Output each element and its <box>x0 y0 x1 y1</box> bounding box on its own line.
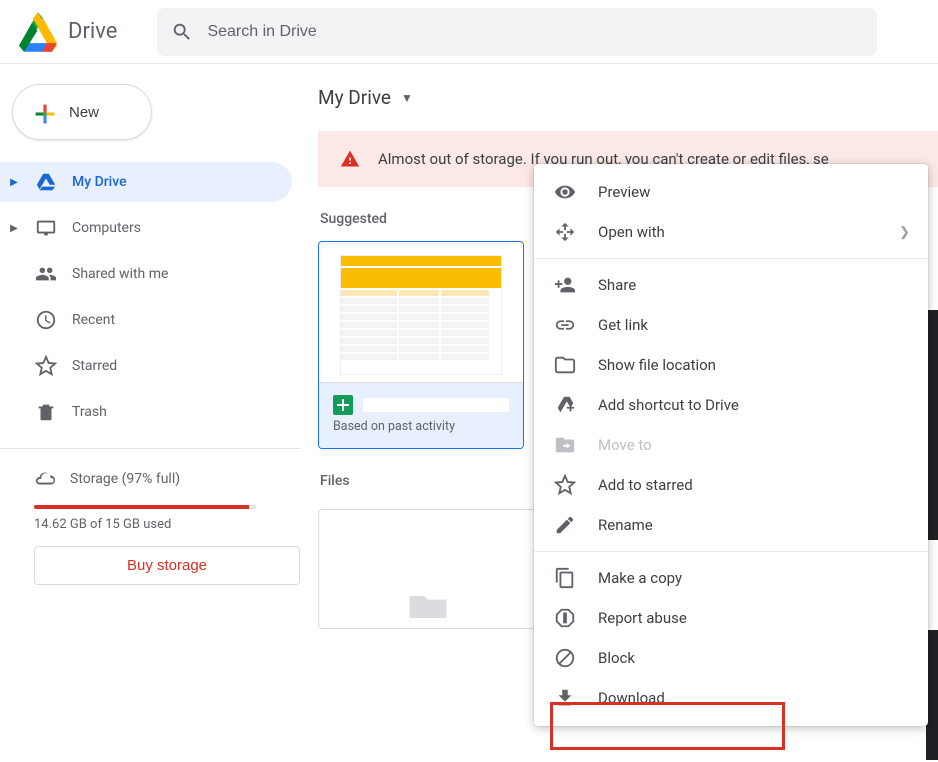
sidebar-item-my-drive[interactable]: ▶ My Drive <box>0 162 292 202</box>
suggested-file-card[interactable]: Based on past activity <box>318 241 524 449</box>
menu-item-report-abuse[interactable]: Report abuse <box>534 598 928 638</box>
sidebar-item-label: My Drive <box>72 174 127 190</box>
sidebar-item-label: Trash <box>72 404 107 420</box>
card-subtext: Based on past activity <box>333 419 509 434</box>
breadcrumb-label: My Drive <box>318 86 391 109</box>
file-name-redacted <box>363 398 509 412</box>
logo-area[interactable]: Drive <box>16 12 117 52</box>
app-header: Drive <box>0 0 938 64</box>
sheets-icon <box>333 395 353 415</box>
sidebar-item-starred[interactable]: ▶ Starred <box>0 346 292 386</box>
search-input[interactable] <box>207 23 863 41</box>
cloud-icon <box>34 468 56 490</box>
chevron-right-icon: ❯ <box>899 225 910 240</box>
link-icon <box>554 314 576 336</box>
search-icon <box>171 21 193 43</box>
star-icon <box>554 474 576 496</box>
warning-icon <box>340 149 360 169</box>
computer-icon <box>34 217 58 239</box>
sidebar-item-computers[interactable]: ▶ Computers <box>0 208 292 248</box>
pencil-icon <box>554 514 576 536</box>
expand-arrow-icon: ▶ <box>8 223 20 234</box>
sidebar: New ▶ My Drive ▶ Computers ▶ <box>0 64 300 762</box>
menu-item-share[interactable]: Share <box>534 265 928 305</box>
person-add-icon <box>554 274 576 296</box>
sidebar-item-recent[interactable]: ▶ Recent <box>0 300 292 340</box>
drive-icon <box>34 171 58 193</box>
new-button-label: New <box>69 104 99 121</box>
drive-logo-icon <box>16 12 60 52</box>
buy-storage-button[interactable]: Buy storage <box>34 546 300 585</box>
menu-item-move-to: Move to <box>534 425 928 465</box>
file-placeholder-icon <box>406 592 450 622</box>
eye-icon <box>554 181 576 203</box>
storage-used-text: 14.62 GB of 15 GB used <box>0 517 300 532</box>
menu-item-block[interactable]: Block <box>534 638 928 678</box>
trash-icon <box>34 401 58 423</box>
storage-label: Storage (97% full) <box>70 471 180 487</box>
block-icon <box>554 647 576 669</box>
menu-item-preview[interactable]: Preview <box>534 172 928 212</box>
menu-item-open-with[interactable]: Open with ❯ <box>534 212 928 252</box>
menu-item-rename[interactable]: Rename <box>534 505 928 545</box>
storage-progress-bar <box>34 505 256 509</box>
clock-icon <box>34 309 58 331</box>
sidebar-item-storage[interactable]: Storage (97% full) <box>0 463 300 495</box>
open-with-icon <box>554 221 576 243</box>
app-title: Drive <box>68 19 117 44</box>
context-menu: Preview Open with ❯ Share Get link Show … <box>534 164 928 726</box>
shortcut-icon <box>554 394 576 416</box>
menu-item-show-location[interactable]: Show file location <box>534 345 928 385</box>
menu-item-add-starred[interactable]: Add to starred <box>534 465 928 505</box>
search-bar[interactable] <box>157 8 877 56</box>
sidebar-item-label: Shared with me <box>72 266 168 282</box>
report-icon <box>554 607 576 629</box>
sidebar-item-label: Starred <box>72 358 117 374</box>
sidebar-item-trash[interactable]: ▶ Trash <box>0 392 292 432</box>
sidebar-item-label: Recent <box>72 312 115 328</box>
menu-item-get-link[interactable]: Get link <box>534 305 928 345</box>
sidebar-item-shared[interactable]: ▶ Shared with me <box>0 254 292 294</box>
star-icon <box>34 355 58 377</box>
folder-icon <box>554 354 576 376</box>
menu-item-download[interactable]: Download <box>534 678 928 718</box>
sidebar-item-label: Computers <box>72 220 141 236</box>
folder-move-icon <box>554 434 576 456</box>
file-card[interactable] <box>318 509 538 629</box>
menu-item-add-shortcut[interactable]: Add shortcut to Drive <box>534 385 928 425</box>
file-thumbnail <box>319 242 523 382</box>
breadcrumb[interactable]: My Drive ▼ <box>318 86 413 109</box>
copy-icon <box>554 567 576 589</box>
chevron-down-icon: ▼ <box>401 91 413 105</box>
download-icon <box>554 687 576 709</box>
expand-arrow-icon: ▶ <box>8 177 20 188</box>
menu-item-make-copy[interactable]: Make a copy <box>534 558 928 598</box>
new-button[interactable]: New <box>12 84 152 140</box>
people-icon <box>34 263 58 285</box>
plus-icon <box>31 100 55 124</box>
